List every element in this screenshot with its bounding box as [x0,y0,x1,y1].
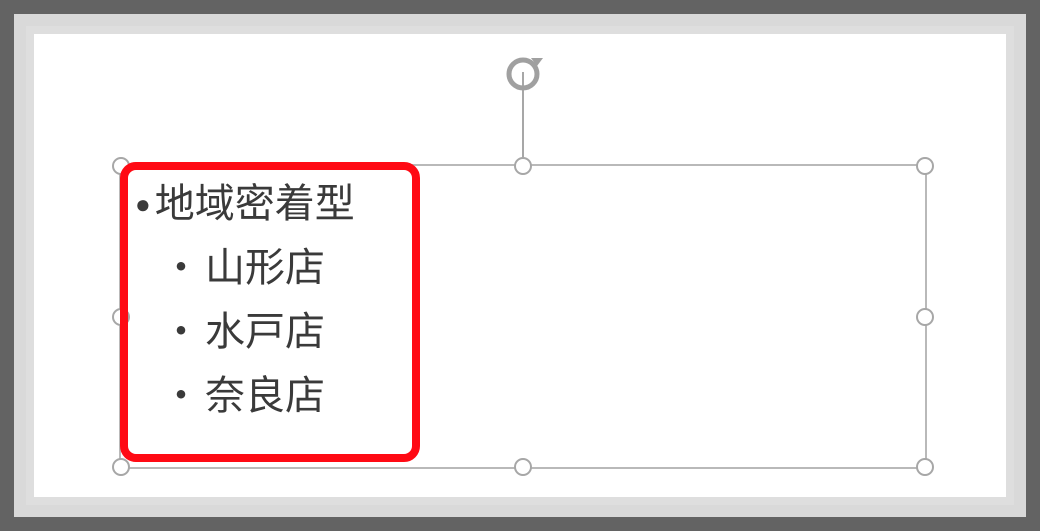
bullet-level2-item[interactable]: ・ 山形店 [161,236,355,300]
resize-handle-middle-right[interactable] [916,308,934,326]
resize-handle-bottom-middle[interactable] [514,458,532,476]
slide-canvas[interactable]: ● 地域密着型 ・ 山形店 ・ 水戸店 ・ 奈良店 [34,34,1006,497]
canvas-border: ● 地域密着型 ・ 山形店 ・ 水戸店 ・ 奈良店 [26,26,1014,505]
bullet-marker: ・ [161,236,201,300]
resize-handle-middle-left[interactable] [112,308,130,326]
bullet-level2-item[interactable]: ・ 奈良店 [161,364,355,428]
bullet-marker: ● [135,191,151,217]
bullet-marker: ・ [161,364,201,428]
bullet-level2-text[interactable]: 水戸店 [205,300,325,364]
resize-handle-bottom-left[interactable] [112,458,130,476]
resize-handle-top-right[interactable] [916,157,934,175]
textbox-content[interactable]: ● 地域密着型 ・ 山形店 ・ 水戸店 ・ 奈良店 [135,172,355,428]
window-border: ● 地域密着型 ・ 山形店 ・ 水戸店 ・ 奈良店 [14,14,1026,517]
bullet-level1-text[interactable]: 地域密着型 [155,172,355,236]
selected-textbox[interactable]: ● 地域密着型 ・ 山形店 ・ 水戸店 ・ 奈良店 [119,164,927,469]
resize-handle-top-left[interactable] [112,157,130,175]
resize-handle-bottom-right[interactable] [916,458,934,476]
bullet-level2-text[interactable]: 山形店 [205,236,325,300]
bullet-level1[interactable]: ● 地域密着型 [135,172,355,236]
bullet-level2-item[interactable]: ・ 水戸店 [161,300,355,364]
bullet-marker: ・ [161,300,201,364]
resize-handle-top-middle[interactable] [514,157,532,175]
bullet-level2-text[interactable]: 奈良店 [205,364,325,428]
rotation-handle[interactable] [501,52,545,101]
